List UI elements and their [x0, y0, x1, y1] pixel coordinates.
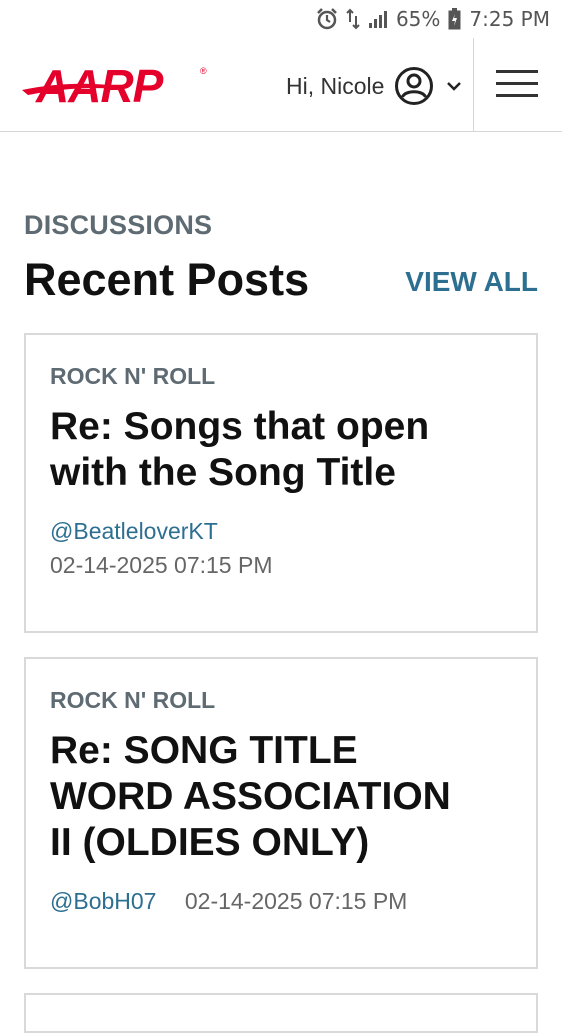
data-transfer-icon [346, 8, 360, 30]
logo-text: AARP [35, 64, 164, 106]
chevron-down-icon [447, 82, 462, 91]
aarp-logo[interactable]: AARP ® [22, 60, 214, 112]
header-divider [473, 38, 474, 132]
view-all-link[interactable]: VIEW ALL [405, 266, 538, 298]
post-category[interactable]: ROCK N' ROLL [50, 687, 512, 714]
account-menu[interactable]: Hi, Nicole [286, 66, 464, 106]
site-header: AARP ® Hi, Nicole [0, 38, 562, 132]
post-card[interactable]: ROCK N' ROLL Re: Songs that open with th… [24, 333, 538, 633]
page-title: Recent Posts [24, 254, 310, 305]
battery-percent: 65% [395, 7, 441, 31]
post-card[interactable]: ROCK N' ROLL Re: SONG TITLE WORD ASSOCIA… [24, 657, 538, 969]
post-date: 02-14-2025 07:15 PM [184, 888, 408, 914]
post-category[interactable]: ROCK N' ROLL [50, 363, 512, 390]
status-bar: 65% 7:25 PM [0, 0, 562, 38]
clock: 7:25 PM [469, 7, 550, 31]
battery-icon [448, 8, 461, 30]
post-author-link[interactable]: @BobH07 [50, 888, 156, 914]
post-meta: @BeatleloverKT 02-14-2025 07:15 PM [50, 514, 512, 582]
post-date: 02-14-2025 07:15 PM [50, 552, 273, 578]
alarm-icon [316, 8, 338, 30]
signal-icon [368, 9, 388, 29]
post-card[interactable] [24, 993, 538, 1033]
post-title[interactable]: Re: Songs that open with the Song Title [50, 404, 470, 496]
hamburger-menu-icon[interactable] [490, 63, 542, 103]
post-meta: @BobH07 02-14-2025 07:15 PM [50, 884, 512, 918]
svg-text:®: ® [200, 66, 207, 76]
user-avatar-icon [395, 67, 434, 105]
post-title[interactable]: Re: SONG TITLE WORD ASSOCIATION II (OLDI… [50, 728, 470, 866]
post-author-link[interactable]: @BeatleloverKT [50, 518, 218, 544]
greeting-text: Hi, Nicole [286, 72, 385, 99]
section-eyebrow: DISCUSSIONS [24, 210, 213, 240]
